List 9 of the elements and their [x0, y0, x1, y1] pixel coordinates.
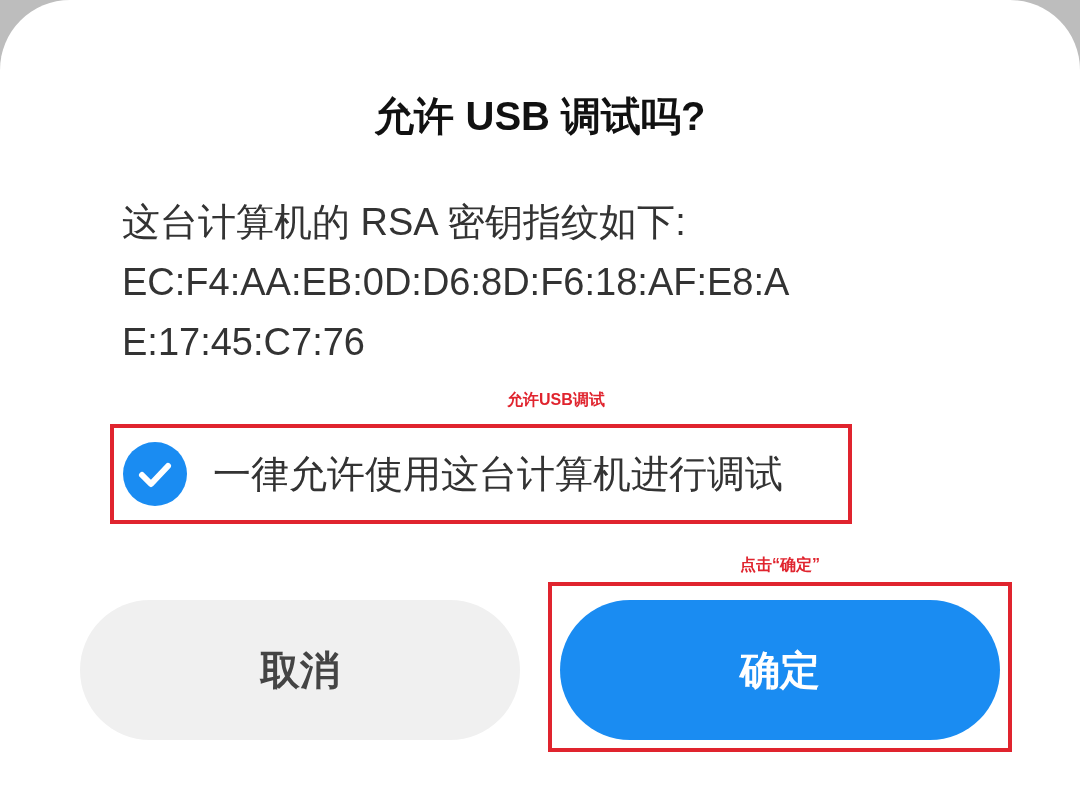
annotation-label: 允许USB调试 [507, 390, 605, 410]
dialog-title: 允许 USB 调试吗? [373, 93, 707, 140]
message-text: 这台计算机的 RSA 密钥指纹如下: [122, 200, 687, 245]
message-text: E:17:45:C7:76 [122, 320, 366, 365]
checkbox-label: 一律允许使用这台计算机进行调试 [213, 451, 783, 497]
checkbox[interactable] [123, 442, 187, 506]
annotation-label: 点击“确定” [740, 555, 820, 575]
message-text: EC:F4:AA:EB:0D:D6:8D:F6:18:AF:E8:A [122, 260, 791, 305]
cancel-button[interactable]: 取消 [80, 600, 520, 740]
